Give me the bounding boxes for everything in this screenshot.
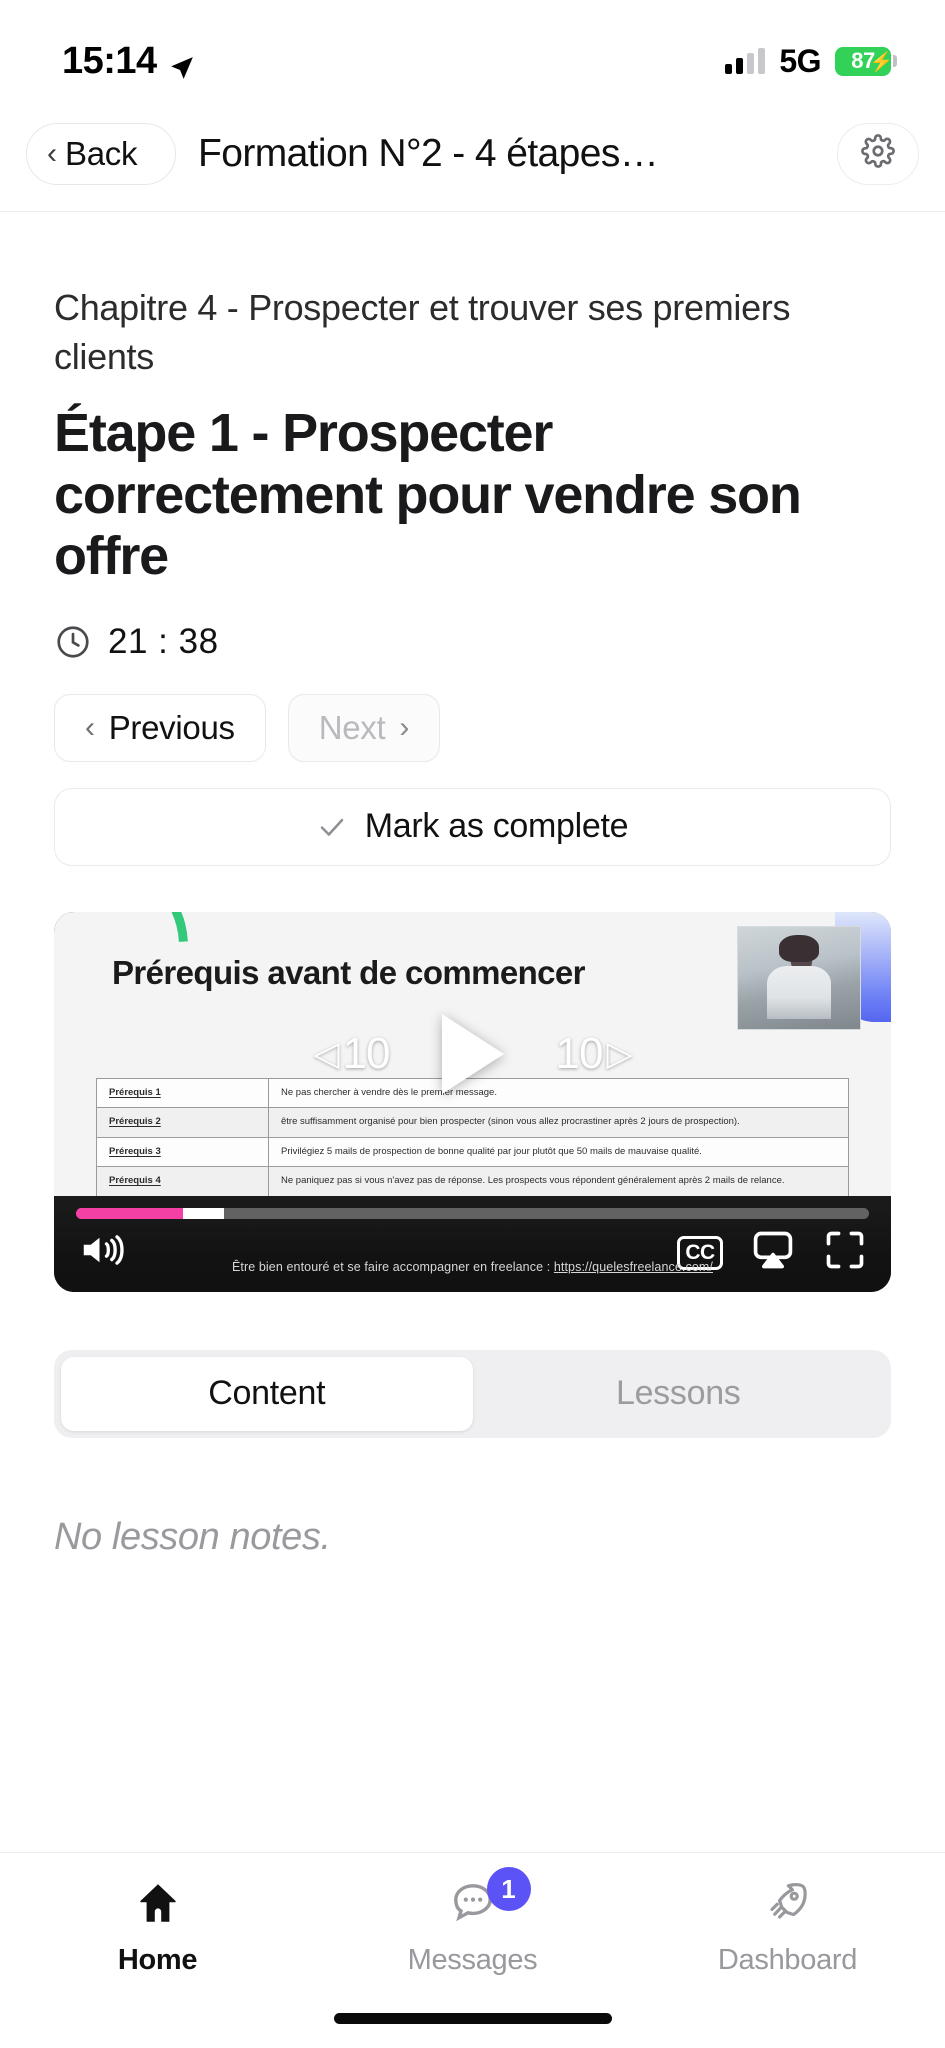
messages-badge: 1 bbox=[486, 1867, 531, 1911]
progress-played bbox=[76, 1207, 184, 1219]
bolt-icon: ⚡ bbox=[869, 51, 894, 73]
top-navigation-bar: ‹ Back Formation N°2 - 4 étapes… bbox=[0, 96, 945, 212]
tabbar-item-dashboard[interactable]: Dashboard bbox=[630, 1879, 945, 1977]
airplay-icon[interactable] bbox=[751, 1228, 795, 1277]
status-bar: 15:14 5G 87 ⚡ bbox=[0, 0, 945, 96]
tabbar-label-dashboard: Dashboard bbox=[717, 1944, 858, 1976]
tabbar-item-home[interactable]: Home bbox=[0, 1879, 315, 1977]
previous-lesson-button[interactable]: ‹ Previous bbox=[54, 693, 266, 762]
chevron-left-icon: ‹ bbox=[47, 136, 57, 170]
settings-button[interactable] bbox=[837, 122, 919, 185]
tab-content-label: Content bbox=[208, 1374, 326, 1413]
skip-forward-button[interactable]: 10 ▷ bbox=[555, 1028, 633, 1079]
gear-icon bbox=[861, 134, 895, 173]
lesson-navigation-row: ‹ Previous Next › bbox=[54, 693, 891, 762]
skip-forward-label: 10 bbox=[555, 1028, 604, 1078]
tab-lessons-label: Lessons bbox=[615, 1374, 741, 1413]
home-indicator bbox=[333, 2013, 612, 2024]
content-lessons-tabs: Content Lessons bbox=[54, 1349, 891, 1438]
bottom-tab-bar: Home 1 Messages Dashboard bbox=[0, 1852, 945, 2048]
forward-10-icon: ▷ bbox=[606, 1034, 632, 1073]
empty-notes-message: No lesson notes. bbox=[54, 1515, 331, 1558]
chevron-left-icon: ‹ bbox=[85, 710, 95, 744]
video-player[interactable]: Prérequis avant de commencer Prérequis 1… bbox=[54, 911, 891, 1292]
lesson-title: Étape 1 - Prospecter correctement pour v… bbox=[54, 403, 802, 587]
home-icon bbox=[134, 1879, 182, 1932]
clock-icon bbox=[54, 623, 92, 661]
network-type-label: 5G bbox=[779, 42, 821, 79]
closed-captions-icon[interactable]: CC bbox=[677, 1235, 723, 1270]
lesson-content: Chapitre 4 - Prospecter et trouver ses p… bbox=[0, 212, 945, 1559]
volume-button[interactable] bbox=[78, 1229, 128, 1276]
chapter-subtitle: Chapitre 4 - Prospecter et trouver ses p… bbox=[54, 287, 791, 377]
player-right-buttons: CC bbox=[677, 1228, 867, 1277]
back-button[interactable]: ‹ Back bbox=[26, 122, 176, 185]
cc-label: CC bbox=[685, 1240, 715, 1264]
tabbar-item-messages[interactable]: 1 Messages bbox=[315, 1867, 630, 1977]
player-control-bar: CC Être bien entouré et se faire accompa… bbox=[54, 1195, 891, 1292]
mark-as-complete-label: Mark as complete bbox=[364, 807, 629, 846]
clock-time: 15:14 bbox=[62, 39, 157, 82]
next-lesson-label: Next bbox=[318, 708, 386, 746]
mark-as-complete-button[interactable]: Mark as complete bbox=[54, 787, 891, 866]
fullscreen-icon[interactable] bbox=[823, 1228, 867, 1277]
tabbar-label-home: Home bbox=[117, 1944, 198, 1976]
player-buttons-row: CC bbox=[78, 1228, 867, 1278]
skip-backward-button[interactable]: ◁ 10 bbox=[313, 1028, 391, 1079]
back-button-label: Back bbox=[65, 134, 138, 172]
check-icon bbox=[317, 812, 347, 842]
battery-indicator: 87 ⚡ bbox=[835, 46, 897, 76]
battery-cap bbox=[893, 55, 897, 67]
progress-buffered bbox=[183, 1207, 225, 1219]
status-bar-left: 15:14 bbox=[62, 40, 195, 83]
chevron-right-icon: › bbox=[399, 710, 410, 744]
page-title: Formation N°2 - 4 étapes… bbox=[198, 131, 659, 175]
player-center-controls: ◁ 10 10 ▷ bbox=[54, 912, 891, 1196]
tab-content[interactable]: Content bbox=[61, 1356, 473, 1431]
location-arrow-icon bbox=[169, 48, 195, 79]
app-root: 15:14 5G 87 ⚡ ‹ Back Formation N°2 - 4 é… bbox=[0, 0, 945, 2048]
skip-backward-label: 10 bbox=[342, 1028, 391, 1078]
previous-lesson-label: Previous bbox=[108, 708, 235, 746]
rocket-icon bbox=[764, 1879, 812, 1932]
lesson-duration-label: 21 : 38 bbox=[108, 621, 219, 661]
progress-scrubber[interactable] bbox=[76, 1207, 869, 1219]
status-bar-right: 5G 87 ⚡ bbox=[725, 43, 897, 80]
cellular-signal-icon bbox=[725, 48, 766, 74]
lesson-duration: 21 : 38 bbox=[54, 622, 891, 662]
next-lesson-button[interactable]: Next › bbox=[287, 693, 441, 762]
tab-lessons[interactable]: Lessons bbox=[473, 1357, 885, 1431]
play-button[interactable] bbox=[441, 1013, 504, 1094]
rewind-10-icon: ◁ bbox=[313, 1034, 339, 1073]
tabbar-label-messages: Messages bbox=[407, 1944, 538, 1976]
